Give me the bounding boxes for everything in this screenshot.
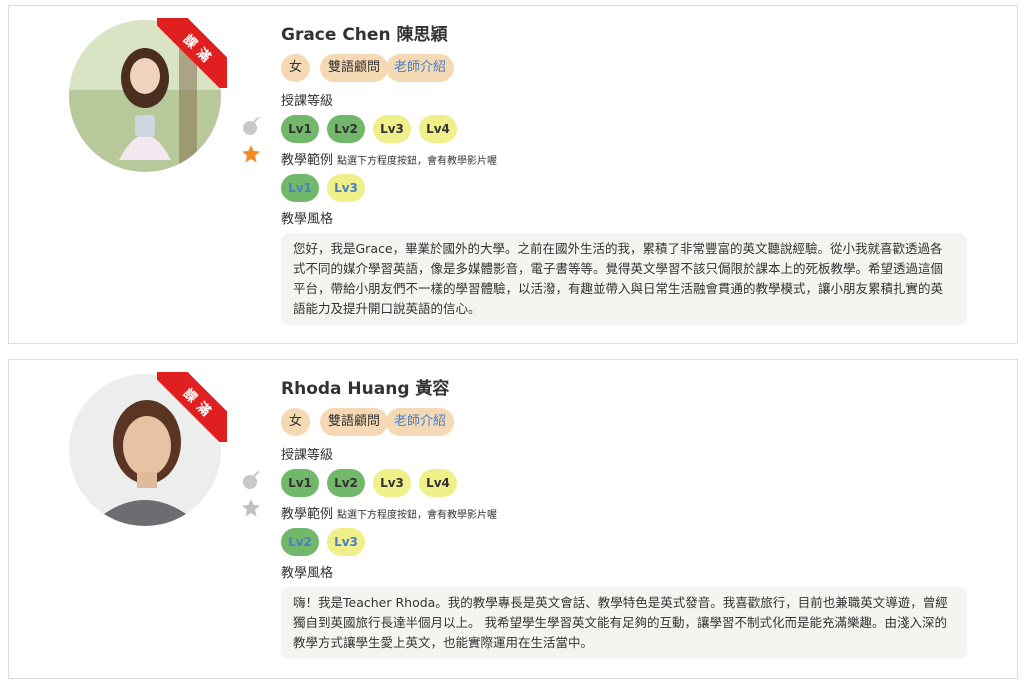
example-hint: 點選下方程度按鈕，會有教學影片喔 [337, 510, 498, 521]
level-badge: Lv1 [281, 469, 319, 497]
level-badge: Lv4 [419, 469, 457, 497]
example-label-row: 教學範例 點選下方程度按鈕，會有教學影片喔 [281, 149, 993, 168]
example-hint: 點選下方程度按鈕，會有教學影片喔 [337, 156, 498, 167]
level-badge: Lv3 [373, 469, 411, 497]
example-list: Lv1 Lv3 [281, 174, 993, 202]
teacher-avatar-wrap: 課滿 [69, 372, 227, 526]
full-booked-ribbon: 課滿 [157, 18, 227, 88]
gender-tag: 女 [281, 54, 311, 82]
example-video-button[interactable]: Lv2 [281, 528, 319, 556]
level-badge: Lv4 [419, 115, 457, 143]
ribbon-label: 課滿 [157, 372, 227, 442]
example-label: 教學範例 [281, 507, 334, 522]
level-label: 授課等級 [281, 448, 334, 463]
bomb-icon[interactable] [241, 470, 261, 490]
teacher-intro-link[interactable]: 老師介紹 [386, 408, 455, 436]
role-tag: 雙語顧問 [320, 408, 389, 436]
side-icons [241, 116, 261, 172]
tag-row: 女 雙語顧問 老師介紹 [281, 408, 993, 436]
level-badge: Lv2 [327, 469, 365, 497]
teacher-info: Rhoda Huang 黃容 女 雙語顧問 老師介紹 授課等級 Lv1 Lv2 … [281, 374, 993, 659]
example-label: 教學範例 [281, 153, 334, 168]
style-label: 教學風格 [281, 566, 334, 581]
level-badge: Lv3 [373, 115, 411, 143]
teaching-style-text: 您好，我是Grace，畢業於國外的大學。之前在國外生活的我，累積了非常豐富的英文… [281, 233, 967, 325]
example-video-button[interactable]: Lv1 [281, 174, 319, 202]
teacher-name: Grace Chen 陳思穎 [281, 25, 448, 45]
bomb-icon[interactable] [241, 116, 261, 136]
role-tag: 雙語顧問 [320, 54, 389, 82]
side-icons [241, 470, 261, 526]
favorite-star-icon[interactable] [241, 144, 261, 164]
level-list: Lv1 Lv2 Lv3 Lv4 [281, 469, 993, 497]
ribbon-label: 課滿 [157, 18, 227, 88]
teacher-info: Grace Chen 陳思穎 女 雙語顧問 老師介紹 授課等級 Lv1 Lv2 … [281, 20, 993, 325]
full-booked-ribbon: 課滿 [157, 372, 227, 442]
gender-tag: 女 [281, 408, 311, 436]
example-label-row: 教學範例 點選下方程度按鈕，會有教學影片喔 [281, 503, 993, 522]
level-label: 授課等級 [281, 94, 334, 109]
teacher-name: Rhoda Huang 黃容 [281, 379, 450, 399]
example-list: Lv2 Lv3 [281, 528, 993, 556]
teacher-avatar-wrap: 課滿 [69, 18, 227, 172]
level-badge: Lv1 [281, 115, 319, 143]
tag-row: 女 雙語顧問 老師介紹 [281, 54, 993, 82]
teacher-card: 課滿 Rhoda Huang 黃容 女 雙語顧問 老師介紹 授課等級 Lv1 L… [8, 359, 1018, 679]
style-label: 教學風格 [281, 212, 334, 227]
example-video-button[interactable]: Lv3 [327, 174, 365, 202]
level-list: Lv1 Lv2 Lv3 Lv4 [281, 115, 993, 143]
favorite-star-icon[interactable] [241, 498, 261, 518]
level-badge: Lv2 [327, 115, 365, 143]
example-video-button[interactable]: Lv3 [327, 528, 365, 556]
teacher-intro-link[interactable]: 老師介紹 [386, 54, 455, 82]
teaching-style-text: 嗨！我是Teacher Rhoda。我的教學專長是英文會話、教學特色是英式發音。… [281, 587, 967, 659]
teacher-card: 課滿 Grace Chen 陳思穎 女 雙語顧問 老師介紹 授課等級 Lv1 L… [8, 5, 1018, 344]
